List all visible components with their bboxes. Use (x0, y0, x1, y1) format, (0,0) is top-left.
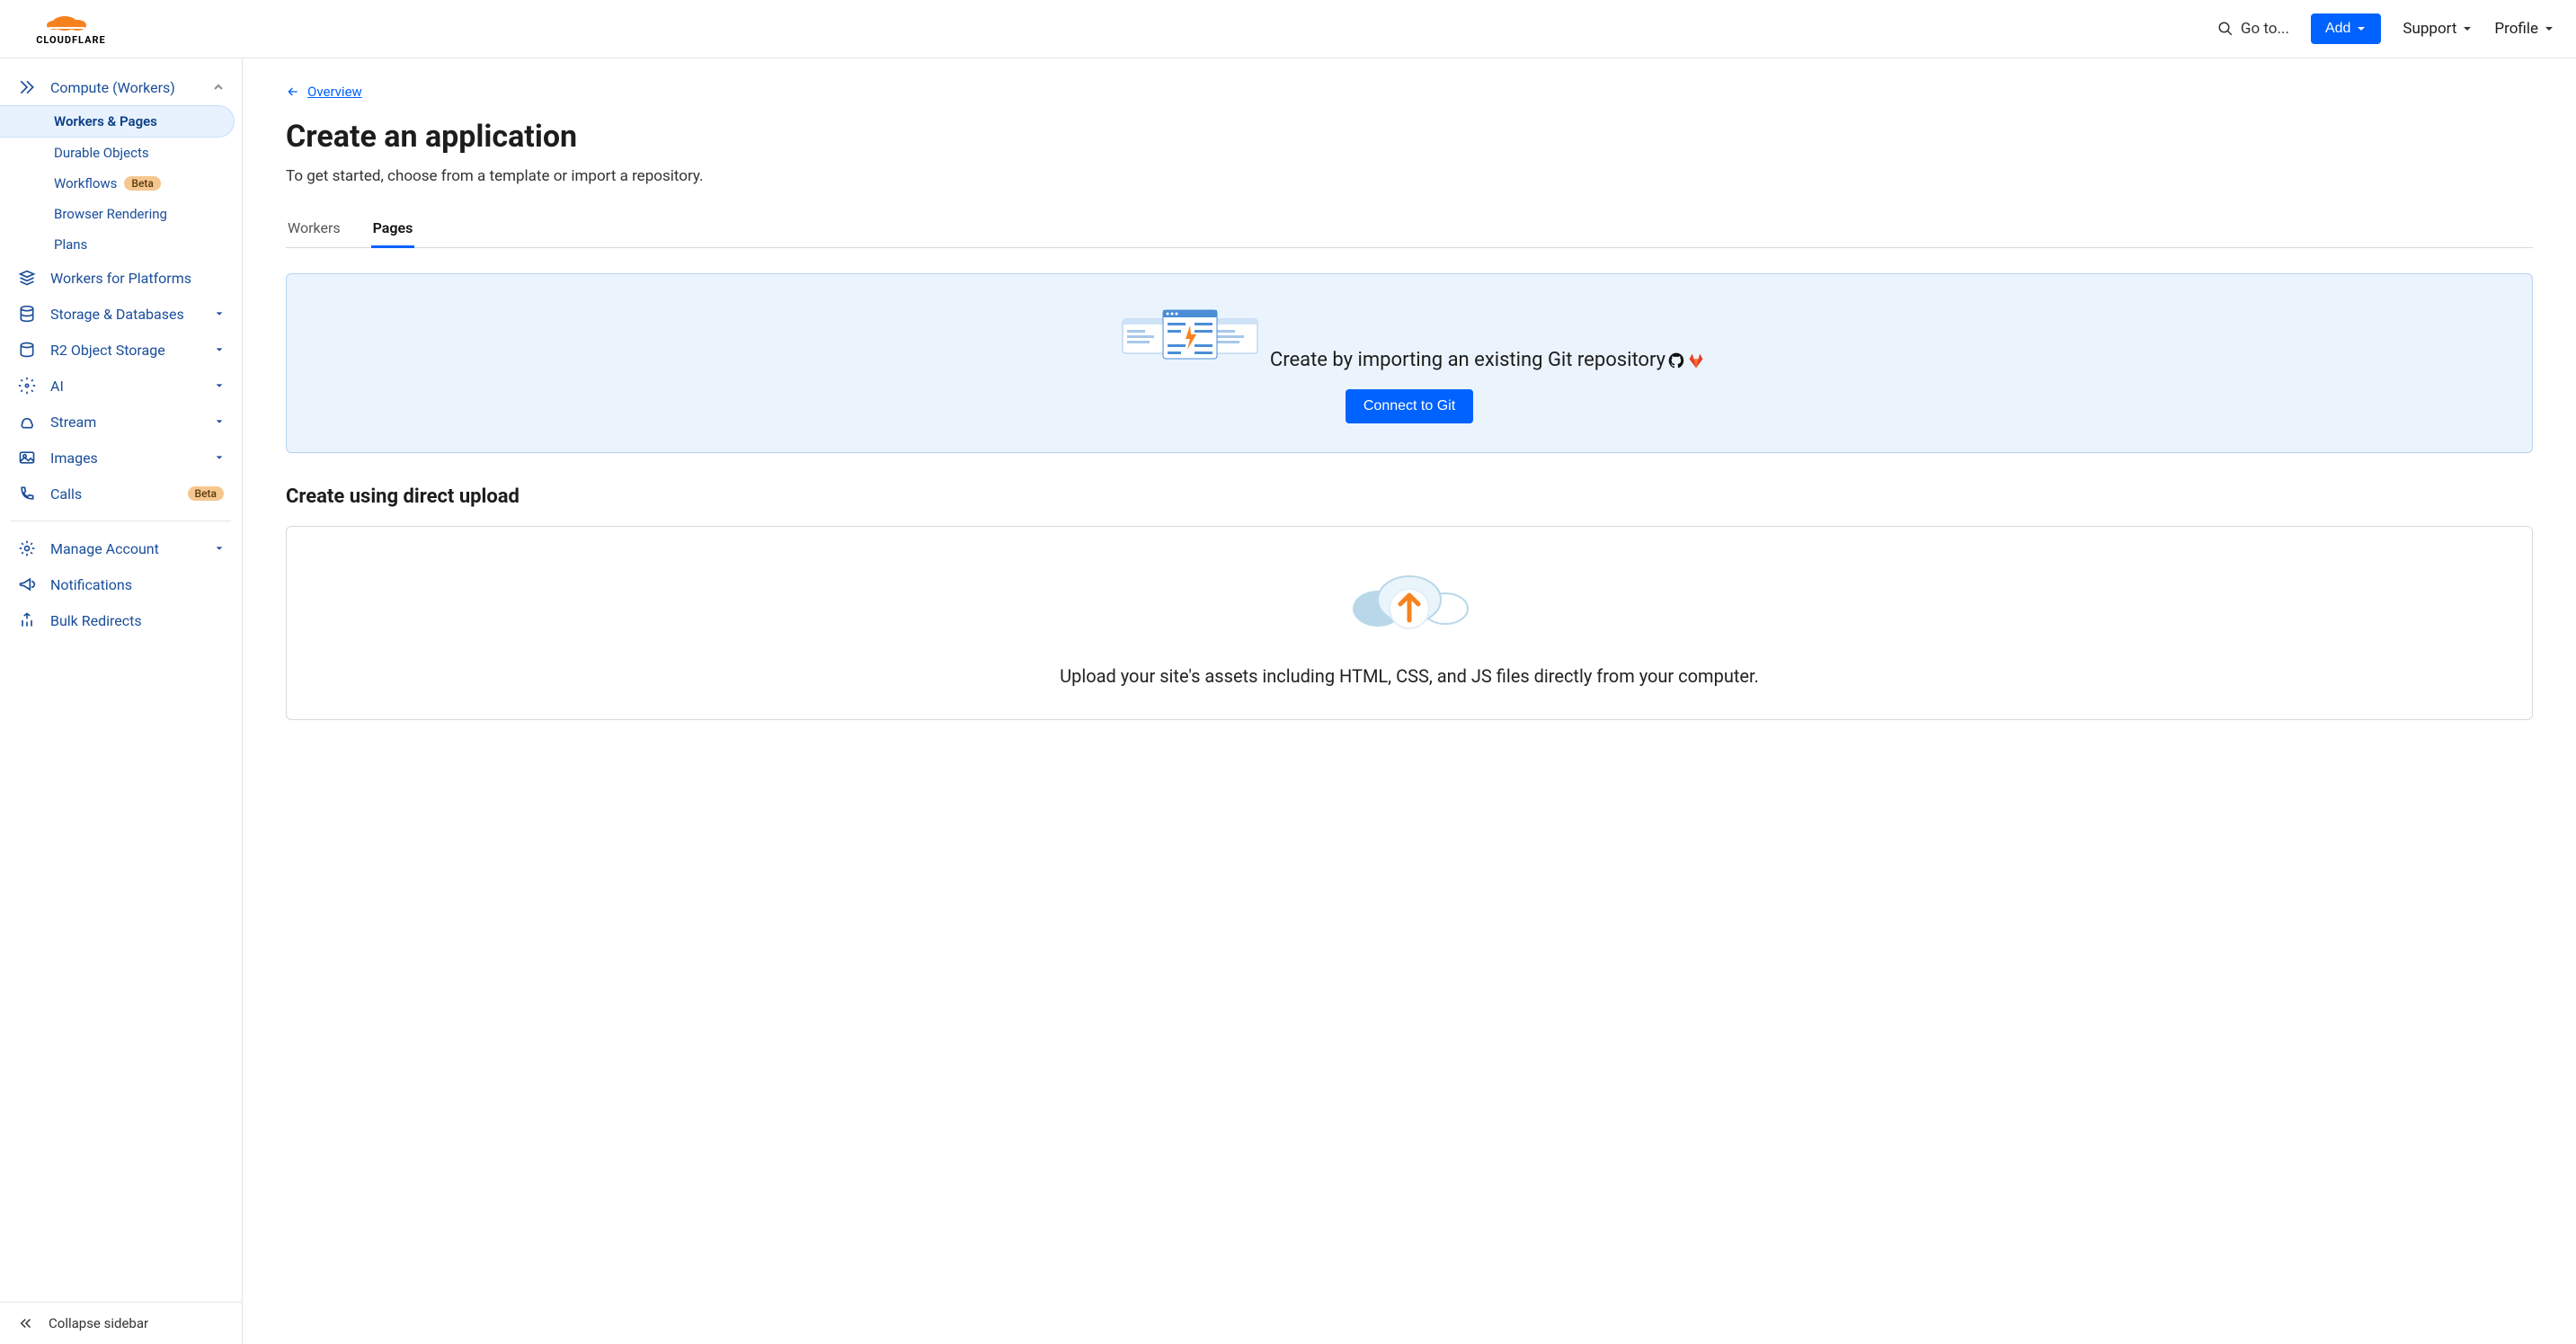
sidebar-item-stream[interactable]: Stream (0, 404, 242, 440)
connect-git-button[interactable]: Connect to Git (1346, 389, 1473, 423)
sidebar-sub-workers-pages[interactable]: Workers & Pages (0, 105, 235, 138)
megaphone-icon (18, 575, 36, 593)
sidebar-item-workers-platforms[interactable]: Workers for Platforms (0, 260, 242, 296)
tab-label: Workers (288, 219, 341, 236)
stream-icon (18, 413, 36, 431)
nav-label: Notifications (50, 576, 224, 593)
nav-sub-label: Workflows (54, 175, 117, 191)
cloud-upload-illustration (1337, 559, 1481, 640)
sidebar-sub-plans[interactable]: Plans (0, 229, 242, 260)
button-label: Connect to Git (1364, 398, 1455, 414)
nav-label: Workers for Platforms (50, 270, 224, 287)
nav-sub-label: Durable Objects (54, 145, 149, 161)
upload-card: Upload your site's assets including HTML… (286, 526, 2533, 720)
page-title: Create an application (286, 119, 2533, 155)
git-import-card: Create by importing an existing Git repo… (286, 273, 2533, 453)
sidebar-sub-durable-objects[interactable]: Durable Objects (0, 138, 242, 168)
nav-sub-label: Workers & Pages (54, 113, 157, 129)
platforms-icon (18, 269, 36, 287)
collapse-label: Collapse sidebar (49, 1315, 148, 1331)
nav-label: R2 Object Storage (50, 342, 200, 359)
git-heading-text: Create by importing an existing Git repo… (1270, 349, 1666, 371)
sidebar-item-calls[interactable]: Calls Beta (0, 476, 242, 512)
images-icon (18, 449, 36, 467)
goto-label: Go to... (2241, 20, 2289, 38)
goto-search[interactable]: Go to... (2217, 20, 2289, 38)
tab-pages[interactable]: Pages (371, 210, 415, 248)
nav-label: Storage & Databases (50, 306, 200, 323)
support-label: Support (2403, 20, 2456, 38)
caret-down-icon (215, 417, 224, 426)
sidebar-item-manage-account[interactable]: Manage Account (0, 530, 242, 566)
git-card-heading: Create by importing an existing Git repo… (1270, 349, 1705, 371)
main-content: Overview Create an application To get st… (243, 58, 2576, 1344)
arrow-left-icon (286, 85, 300, 99)
profile-label: Profile (2494, 20, 2538, 38)
phone-icon (18, 485, 36, 503)
nav-sub-label: Plans (54, 236, 87, 253)
ai-icon (18, 377, 36, 395)
sidebar-item-compute[interactable]: Compute (Workers) (0, 69, 242, 105)
nav-label: Bulk Redirects (50, 612, 224, 629)
nav-label: Manage Account (50, 540, 200, 557)
sidebar-item-r2[interactable]: R2 Object Storage (0, 332, 242, 368)
sidebar-item-images[interactable]: Images (0, 440, 242, 476)
git-illustration (1114, 303, 1266, 366)
gear-icon (18, 539, 36, 557)
nav-label: AI (50, 378, 200, 395)
caret-down-icon (215, 381, 224, 390)
tabs: Workers Pages (286, 210, 2533, 248)
add-button[interactable]: Add (2311, 13, 2381, 44)
nav-label: Calls (50, 485, 173, 503)
sidebar: Compute (Workers) Workers & Pages Durabl… (0, 58, 243, 1344)
back-overview-link[interactable]: Overview (286, 84, 362, 100)
nav-label: Stream (50, 414, 200, 431)
page-subtitle: To get started, choose from a template o… (286, 167, 2533, 185)
sidebar-item-storage[interactable]: Storage & Databases (0, 296, 242, 332)
caret-down-icon (2462, 23, 2473, 34)
caret-down-icon (215, 544, 224, 553)
svg-text:CLOUDFLARE: CLOUDFLARE (36, 34, 106, 46)
storage-icon (18, 341, 36, 359)
header-actions: Go to... Add Support Profile (2217, 13, 2554, 44)
collapse-icon (18, 1315, 34, 1331)
caret-down-icon (215, 345, 224, 354)
beta-badge: Beta (124, 176, 160, 191)
sidebar-item-ai[interactable]: AI (0, 368, 242, 404)
upload-description: Upload your site's assets including HTML… (319, 665, 2500, 687)
tab-label: Pages (373, 219, 413, 236)
profile-menu[interactable]: Profile (2494, 20, 2554, 38)
sidebar-sub-workflows[interactable]: Workflows Beta (0, 168, 242, 199)
upload-section-title: Create using direct upload (286, 485, 2533, 508)
sidebar-item-notifications[interactable]: Notifications (0, 566, 242, 602)
search-icon (2217, 21, 2234, 37)
compute-icon (18, 78, 36, 96)
tab-workers[interactable]: Workers (286, 210, 342, 248)
chevron-up-icon (213, 82, 224, 93)
back-label: Overview (307, 84, 362, 100)
caret-down-icon (2544, 23, 2554, 34)
add-label: Add (2325, 21, 2350, 37)
caret-down-icon (2356, 23, 2367, 34)
gitlab-icon (1687, 352, 1705, 369)
redirect-icon (18, 611, 36, 629)
collapse-sidebar[interactable]: Collapse sidebar (0, 1302, 242, 1344)
cloudflare-logo[interactable]: CLOUDFLARE (22, 11, 120, 47)
nav-sub-label: Browser Rendering (54, 206, 167, 222)
header: CLOUDFLARE Go to... Add Support Profile (0, 0, 2576, 58)
beta-badge: Beta (188, 486, 224, 501)
caret-down-icon (215, 309, 224, 318)
support-menu[interactable]: Support (2403, 20, 2473, 38)
caret-down-icon (215, 453, 224, 462)
github-icon (1667, 352, 1685, 369)
sidebar-sub-browser-rendering[interactable]: Browser Rendering (0, 199, 242, 229)
nav-label: Compute (Workers) (50, 79, 199, 96)
database-icon (18, 305, 36, 323)
nav-label: Images (50, 449, 200, 467)
sidebar-item-bulk-redirects[interactable]: Bulk Redirects (0, 602, 242, 638)
